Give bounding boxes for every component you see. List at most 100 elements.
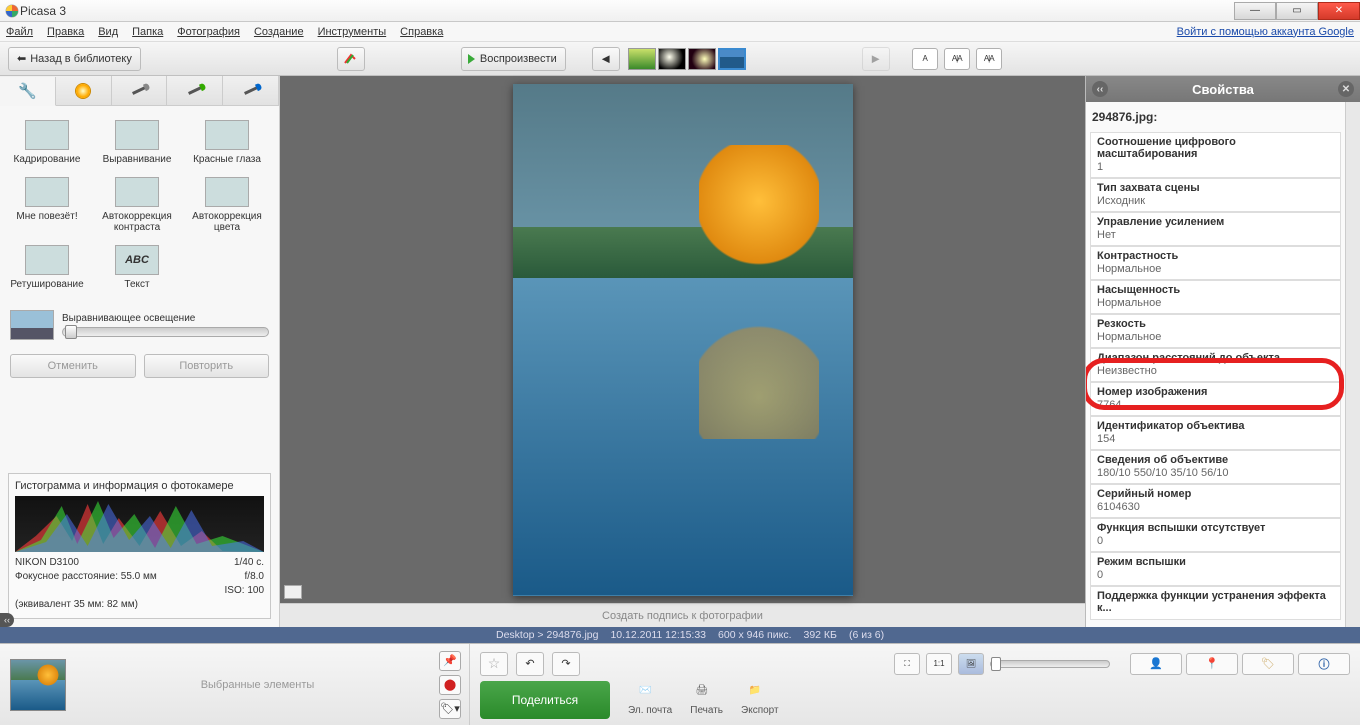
tab-basic-fixes[interactable]: 🔧 xyxy=(0,77,56,106)
star-button[interactable]: ☆ xyxy=(480,652,508,676)
app-icon xyxy=(4,3,20,19)
menu-help[interactable]: Справка xyxy=(400,26,443,38)
info-size: 392 КБ xyxy=(804,629,837,641)
histogram-box: Гистограмма и информация о фотокамере NI… xyxy=(8,473,271,619)
properties-body: 294876.jpg: Соотношение цифрового масшта… xyxy=(1086,102,1345,627)
tool-redeye[interactable]: Красные глаза xyxy=(182,114,272,171)
tool-auto-contrast[interactable]: Автокоррекция контраста xyxy=(92,171,182,239)
rotate-right-button[interactable]: ↷ xyxy=(552,652,580,676)
menu-folder[interactable]: Папка xyxy=(132,26,163,38)
maximize-button[interactable]: ▭ xyxy=(1276,2,1318,20)
menu-file[interactable]: Файл xyxy=(6,26,33,38)
tool-text[interactable]: ABCТекст xyxy=(92,239,182,296)
tool-lucky[interactable]: Мне повезёт! xyxy=(2,171,92,239)
property-value: 1 xyxy=(1097,160,1334,173)
collapse-icon[interactable]: ‹‹ xyxy=(1092,81,1108,97)
tab-brush-3[interactable] xyxy=(223,76,279,105)
property-row: Поддержка функции устранения эффекта к..… xyxy=(1090,586,1341,620)
zoom-image-button[interactable]: 🖼 xyxy=(958,653,984,675)
filmstrip-thumb[interactable] xyxy=(658,48,686,70)
property-row: Режим вспышки0 xyxy=(1090,552,1341,586)
brush-blue-icon xyxy=(244,86,258,95)
property-row: Диапазон расстояний до объектаНеизвестно xyxy=(1090,348,1341,382)
menu-edit[interactable]: Правка xyxy=(47,26,84,38)
share-button[interactable]: Поделиться xyxy=(480,681,610,719)
tool-straighten[interactable]: Выравнивание xyxy=(92,114,182,171)
pin-button[interactable]: 📌 xyxy=(439,651,461,671)
property-row: Номер изображения7764 xyxy=(1090,382,1341,416)
play-button[interactable]: Воспроизвести xyxy=(461,47,566,71)
property-row: Сведения об объективе180/10 550/10 35/10… xyxy=(1090,450,1341,484)
viewmode-compare-ab[interactable]: A|A xyxy=(944,48,970,70)
property-value: Неизвестно xyxy=(1097,364,1334,377)
tray-thumbnail[interactable] xyxy=(10,659,66,711)
menu-photo[interactable]: Фотография xyxy=(177,26,240,38)
property-row: Функция вспышки отсутствует0 xyxy=(1090,518,1341,552)
geo-tag-button[interactable]: 📍 xyxy=(1186,653,1238,675)
pin-icon: 📍 xyxy=(1205,657,1219,670)
redo-button[interactable]: Повторить xyxy=(144,354,270,378)
zoom-slider[interactable] xyxy=(990,660,1110,668)
rotate-left-icon: ↶ xyxy=(525,657,534,670)
color-edit-button[interactable] xyxy=(337,47,365,71)
property-value: 154 xyxy=(1097,432,1334,445)
property-value: 0 xyxy=(1097,568,1334,581)
tray-menu-button[interactable]: 🏷▾ xyxy=(439,699,461,719)
tool-auto-color[interactable]: Автокоррекция цвета xyxy=(182,171,272,239)
star-icon: ☆ xyxy=(488,655,501,672)
collapse-handle-icon[interactable]: ‹‹ xyxy=(0,613,14,627)
property-key: Серийный номер xyxy=(1097,488,1334,500)
fill-light-slider[interactable] xyxy=(62,327,269,337)
fill-light-label: Выравнивающее освещение xyxy=(62,313,269,324)
close-button[interactable]: ✕ xyxy=(1318,2,1360,20)
info-date: 10.12.2011 12:15:33 xyxy=(610,629,706,641)
action-email[interactable]: ✉️Эл. почта xyxy=(628,685,672,716)
property-value: Нормальное xyxy=(1097,296,1334,309)
property-row: НасыщенностьНормальное xyxy=(1090,280,1341,314)
play-icon xyxy=(468,54,475,64)
menu-view[interactable]: Вид xyxy=(98,26,118,38)
property-key: Управление усилением xyxy=(1097,216,1334,228)
top-toolbar: ⬅ Назад в библиотеку Воспроизвести ◄ ► A… xyxy=(0,42,1360,76)
viewmode-single[interactable]: A xyxy=(912,48,938,70)
filmstrip-thumb[interactable] xyxy=(628,48,656,70)
next-photo-button[interactable]: ► xyxy=(862,47,890,71)
menu-bar: Файл Правка Вид Папка Фотография Создани… xyxy=(0,22,1360,42)
back-to-library-button[interactable]: ⬅ Назад в библиотеку xyxy=(8,47,141,71)
caption-bar[interactable]: Создать подпись к фотографии xyxy=(280,603,1085,627)
email-icon: ✉️ xyxy=(639,685,661,703)
tab-brush-1[interactable] xyxy=(112,76,168,105)
menu-tools[interactable]: Инструменты xyxy=(318,26,387,38)
tray-label: Выбранные элементы xyxy=(76,679,439,691)
tab-brush-2[interactable] xyxy=(167,76,223,105)
menu-create[interactable]: Создание xyxy=(254,26,304,38)
properties-scrollbar[interactable] xyxy=(1345,102,1360,627)
toggle-overlay-icon[interactable] xyxy=(284,585,302,599)
google-login-link[interactable]: Войти с помощью аккаунта Google xyxy=(1177,26,1354,38)
filmstrip-thumb[interactable] xyxy=(688,48,716,70)
property-row: Соотношение цифрового масштабирования1 xyxy=(1090,132,1341,178)
minimize-button[interactable]: — xyxy=(1234,2,1276,20)
wrench-icon: 🔧 xyxy=(18,82,37,100)
tab-lighting[interactable] xyxy=(56,76,112,105)
filmstrip-thumb-selected[interactable] xyxy=(718,48,746,70)
property-row: Управление усилениемНет xyxy=(1090,212,1341,246)
tool-retouch[interactable]: Ретуширование xyxy=(2,239,92,296)
undo-button[interactable]: Отменить xyxy=(10,354,136,378)
prev-photo-button[interactable]: ◄ xyxy=(592,47,620,71)
fit-screen-button[interactable]: ⛶ xyxy=(894,653,920,675)
viewmode-compare-aa[interactable]: A|A xyxy=(976,48,1002,70)
rotate-left-button[interactable]: ↶ xyxy=(516,652,544,676)
viewer: Создать подпись к фотографии xyxy=(280,76,1085,627)
zoom-1to1-button[interactable]: 1:1 xyxy=(926,653,952,675)
action-print[interactable]: 🖨Печать xyxy=(690,685,723,716)
info-button[interactable]: ⓘ xyxy=(1298,653,1350,675)
property-value: 0 xyxy=(1097,534,1334,547)
tag-button[interactable]: 🏷 xyxy=(1242,653,1294,675)
action-export[interactable]: 📁Экспорт xyxy=(741,685,779,716)
tool-crop[interactable]: Кадрирование xyxy=(2,114,92,171)
clear-tray-button[interactable]: ⬤ xyxy=(439,675,461,695)
close-panel-icon[interactable]: ✕ xyxy=(1338,81,1354,97)
people-tag-button[interactable]: 👤 xyxy=(1130,653,1182,675)
canvas-area[interactable] xyxy=(280,76,1085,603)
